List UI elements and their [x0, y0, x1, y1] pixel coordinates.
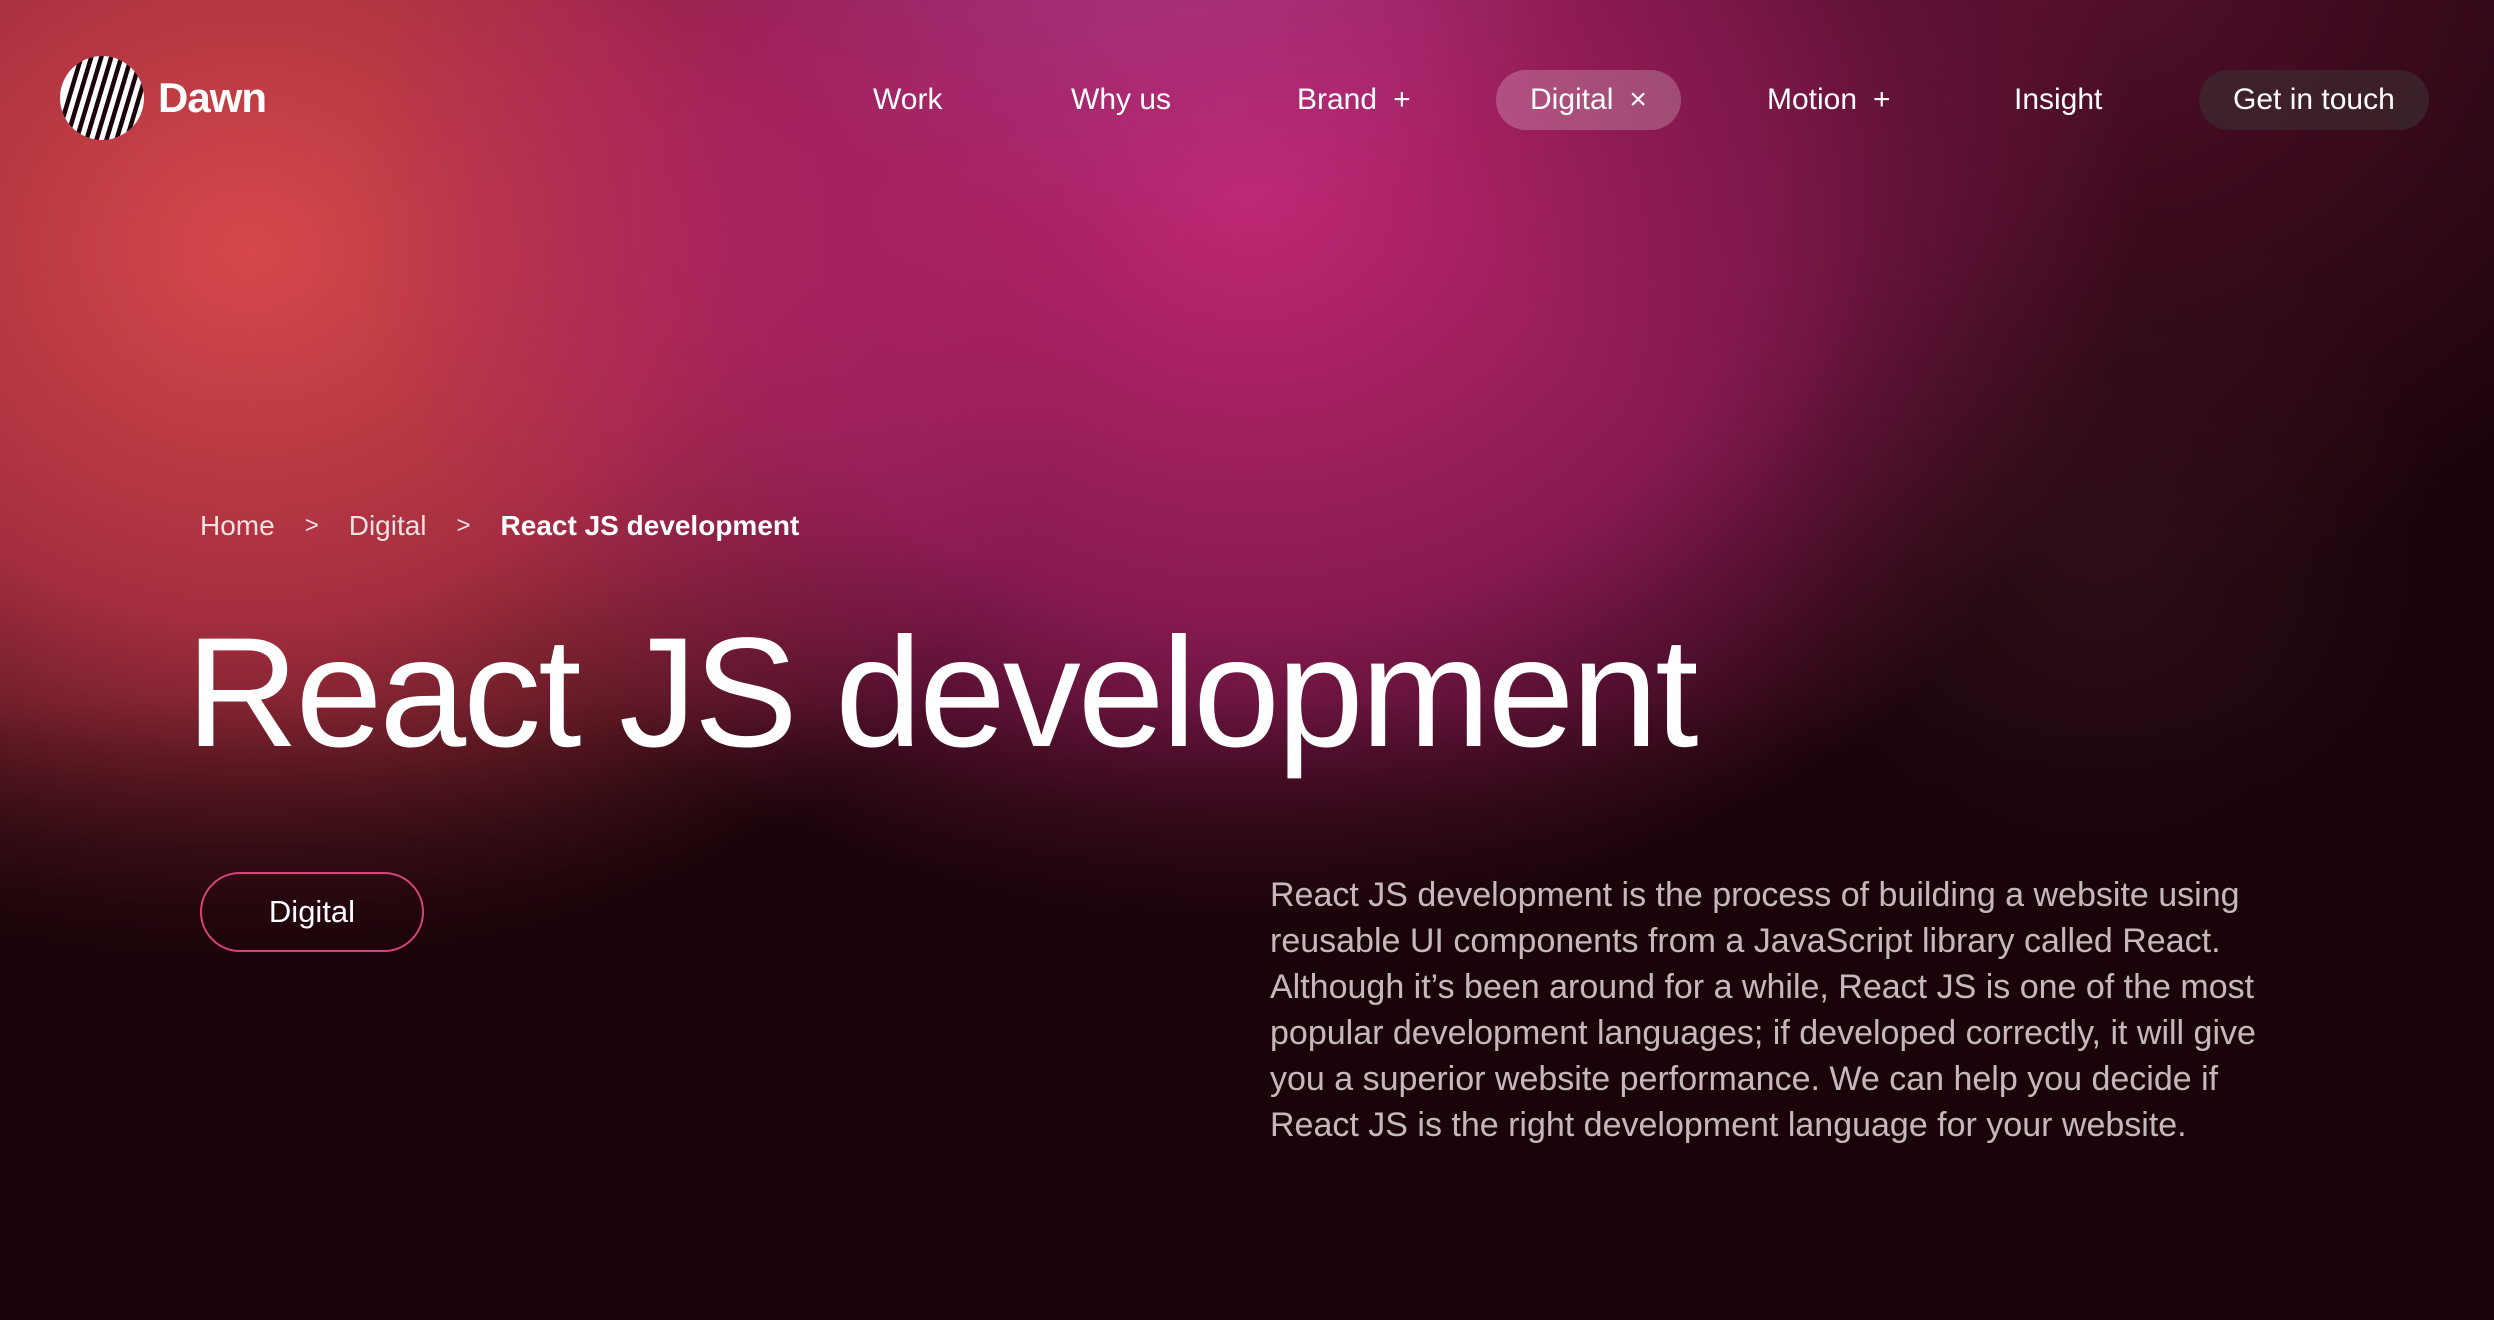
nav-item-label: Why us	[1071, 83, 1172, 116]
nav-item-label: Work	[873, 83, 943, 116]
close-icon: ×	[1629, 83, 1647, 116]
chevron-right-icon: >	[304, 512, 319, 539]
category-tag-digital[interactable]: Digital	[200, 872, 424, 952]
chevron-right-icon: >	[456, 512, 471, 539]
site-header: Dawn Work Why us Brand + Digital × Motio…	[0, 0, 2494, 200]
intro-description: React JS development is the process of b…	[1270, 876, 2256, 1144]
breadcrumb-current: React JS development	[500, 510, 800, 541]
nav-item-brand[interactable]: Brand +	[1297, 70, 1411, 130]
main-nav: Work Why us Brand + Digital × Motion + I…	[0, 70, 2494, 130]
nav-item-why-us[interactable]: Why us	[1071, 70, 1171, 130]
breadcrumb-digital[interactable]: Digital	[349, 510, 427, 542]
breadcrumb: Home > Digital > React JS development	[200, 510, 799, 542]
nav-item-label: Brand	[1297, 83, 1378, 116]
nav-item-motion[interactable]: Motion +	[1767, 70, 1891, 130]
cta-label: Get in touch	[2233, 83, 2395, 116]
nav-item-label: Digital	[1530, 83, 1614, 116]
nav-item-label: Insight	[2014, 83, 2103, 116]
plus-icon: +	[1393, 83, 1411, 116]
get-in-touch-button[interactable]: Get in touch	[2199, 70, 2429, 130]
breadcrumb-home[interactable]: Home	[200, 510, 275, 542]
nav-item-digital[interactable]: Digital ×	[1496, 70, 1681, 130]
nav-item-work[interactable]: Work	[873, 70, 942, 130]
nav-item-insight[interactable]: Insight	[2014, 70, 2102, 130]
plus-icon: +	[1873, 83, 1891, 116]
nav-item-label: Motion	[1767, 83, 1858, 116]
page-title: React JS development	[186, 606, 1699, 780]
